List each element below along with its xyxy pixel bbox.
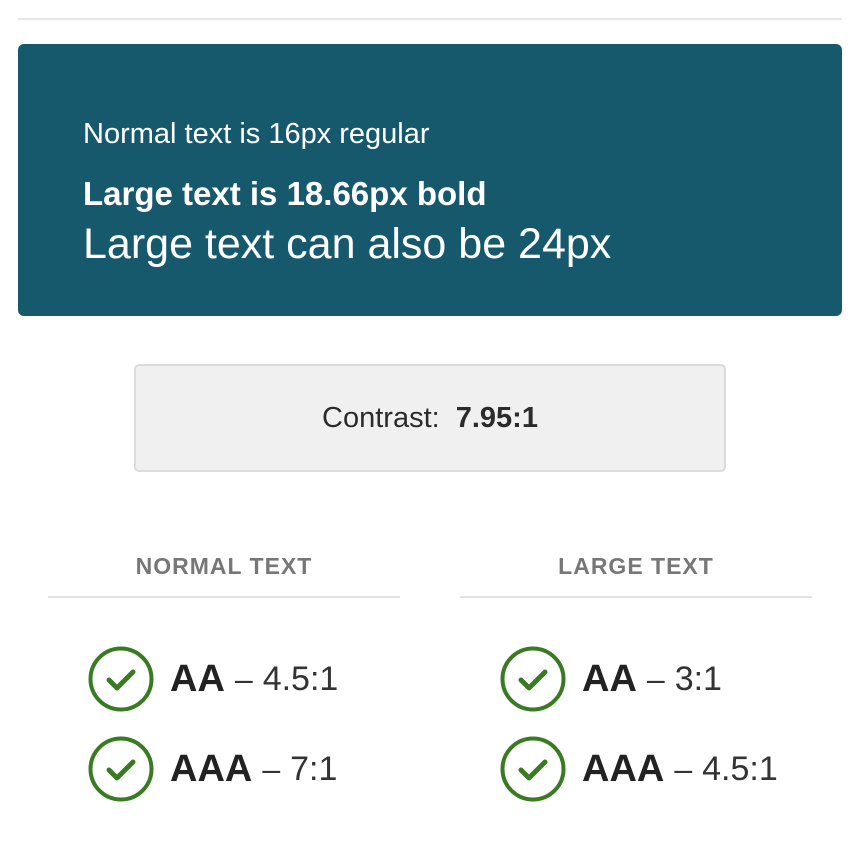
level-label: AAA xyxy=(170,747,253,790)
check-circle-icon xyxy=(500,736,566,802)
large-text-results: LARGE TEXT AA – 3:1 AAA – 4.5:1 xyxy=(460,548,812,802)
required-ratio: 7:1 xyxy=(290,749,338,788)
result-row-normal-aa: AA – 4.5:1 xyxy=(88,646,338,712)
result-row-large-aaa: AAA – 4.5:1 xyxy=(500,736,778,802)
normal-text-heading: NORMAL TEXT xyxy=(48,548,400,598)
required-ratio: 3:1 xyxy=(674,659,722,698)
result-row-normal-aaa: AAA – 7:1 xyxy=(88,736,337,802)
separator: – xyxy=(674,750,693,787)
large-bold-text-sample: Large text is 18.66px bold xyxy=(83,175,487,212)
contrast-ratio-box: Contrast: 7.95:1 xyxy=(134,364,726,472)
check-circle-icon xyxy=(500,646,566,712)
text-preview-panel: Normal text is 16px regular Large text i… xyxy=(18,44,842,316)
contrast-ratio-value: 7.95:1 xyxy=(455,401,538,434)
required-ratio: 4.5:1 xyxy=(702,749,778,788)
normal-text-sample: Normal text is 16px regular xyxy=(83,118,430,150)
level-label: AA xyxy=(170,657,225,700)
level-label: AAA xyxy=(582,747,665,790)
separator: – xyxy=(262,750,281,787)
check-circle-icon xyxy=(88,646,154,712)
level-label: AA xyxy=(582,657,637,700)
large-text-sample: Large text can also be 24px xyxy=(83,220,612,268)
large-text-heading: LARGE TEXT xyxy=(460,548,812,598)
contrast-label: Contrast: xyxy=(322,401,440,434)
top-divider xyxy=(18,18,842,20)
required-ratio: 4.5:1 xyxy=(262,659,339,698)
separator: – xyxy=(646,660,665,697)
separator: – xyxy=(234,660,253,697)
result-row-large-aa: AA – 3:1 xyxy=(500,646,722,712)
check-circle-icon xyxy=(88,736,154,802)
normal-text-results: NORMAL TEXT AA – 4.5:1 AAA – 7:1 xyxy=(48,548,400,802)
